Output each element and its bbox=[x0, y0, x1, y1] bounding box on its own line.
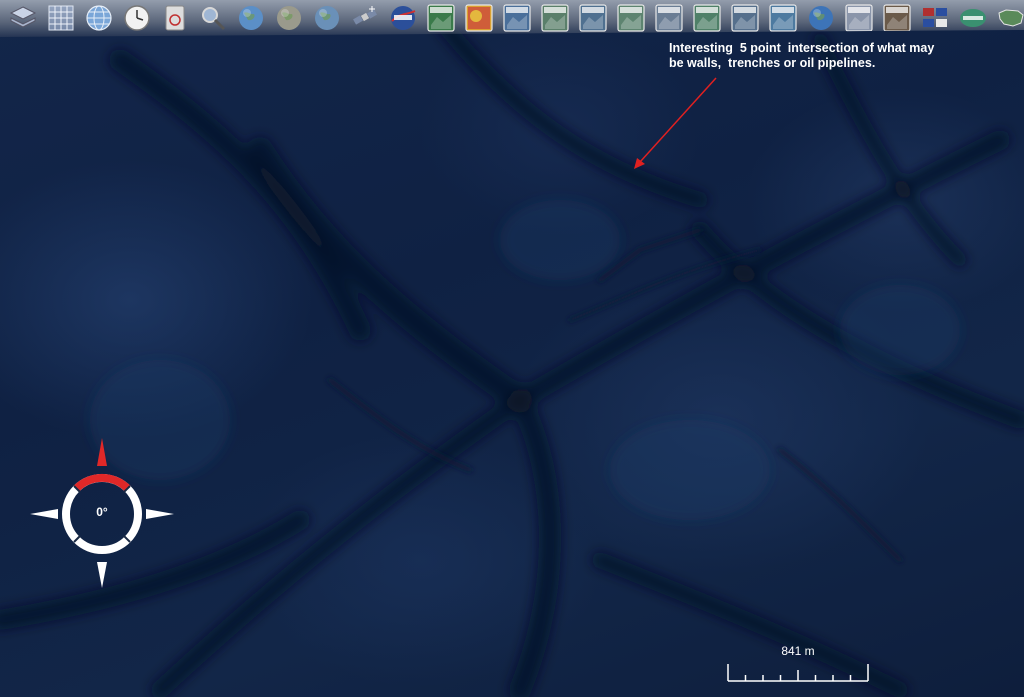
moon-icon[interactable] bbox=[274, 3, 304, 33]
earth-icon[interactable] bbox=[236, 3, 266, 33]
annotation-text: Interesting 5 point intersection of what… bbox=[669, 41, 935, 70]
satellite-icon[interactable] bbox=[350, 3, 380, 33]
compass[interactable]: 0° bbox=[28, 436, 176, 592]
magnifier-icon[interactable] bbox=[198, 3, 228, 33]
community-icon[interactable] bbox=[958, 3, 988, 33]
scale-bar: 841 m bbox=[726, 644, 872, 684]
map-tile-4-icon[interactable] bbox=[616, 3, 646, 33]
weather-map-icon[interactable] bbox=[464, 3, 494, 33]
compass-heading: 0° bbox=[96, 505, 108, 519]
map-tile-2-icon[interactable] bbox=[540, 3, 570, 33]
satellite-terrain-imagery bbox=[0, 12, 1024, 697]
scale-bar-ruler bbox=[727, 664, 869, 682]
map-tile-1-icon[interactable] bbox=[502, 3, 532, 33]
map-tile-8-icon[interactable] bbox=[768, 3, 798, 33]
wms-icon[interactable] bbox=[426, 3, 456, 33]
photo-tile-icon[interactable] bbox=[882, 3, 912, 33]
camera-icon[interactable] bbox=[160, 3, 190, 33]
place-names-icon[interactable] bbox=[844, 3, 874, 33]
grid-icon[interactable] bbox=[46, 3, 76, 33]
map-tile-6-icon[interactable] bbox=[692, 3, 722, 33]
globe-viewport[interactable]: Interesting 5 point intersection of what… bbox=[0, 0, 1024, 697]
blue-marble-icon[interactable] bbox=[806, 3, 836, 33]
map-tile-7-icon[interactable] bbox=[730, 3, 760, 33]
globe-icon[interactable] bbox=[312, 3, 342, 33]
clock-icon[interactable] bbox=[122, 3, 152, 33]
globe-grid-icon[interactable] bbox=[84, 3, 114, 33]
nasa-logo-icon[interactable] bbox=[388, 3, 418, 33]
layers-icon[interactable] bbox=[8, 3, 38, 33]
usa-map-icon[interactable] bbox=[996, 3, 1024, 33]
map-tile-5-icon[interactable] bbox=[654, 3, 684, 33]
flags-icon[interactable] bbox=[920, 3, 950, 33]
map-tile-3-icon[interactable] bbox=[578, 3, 608, 33]
